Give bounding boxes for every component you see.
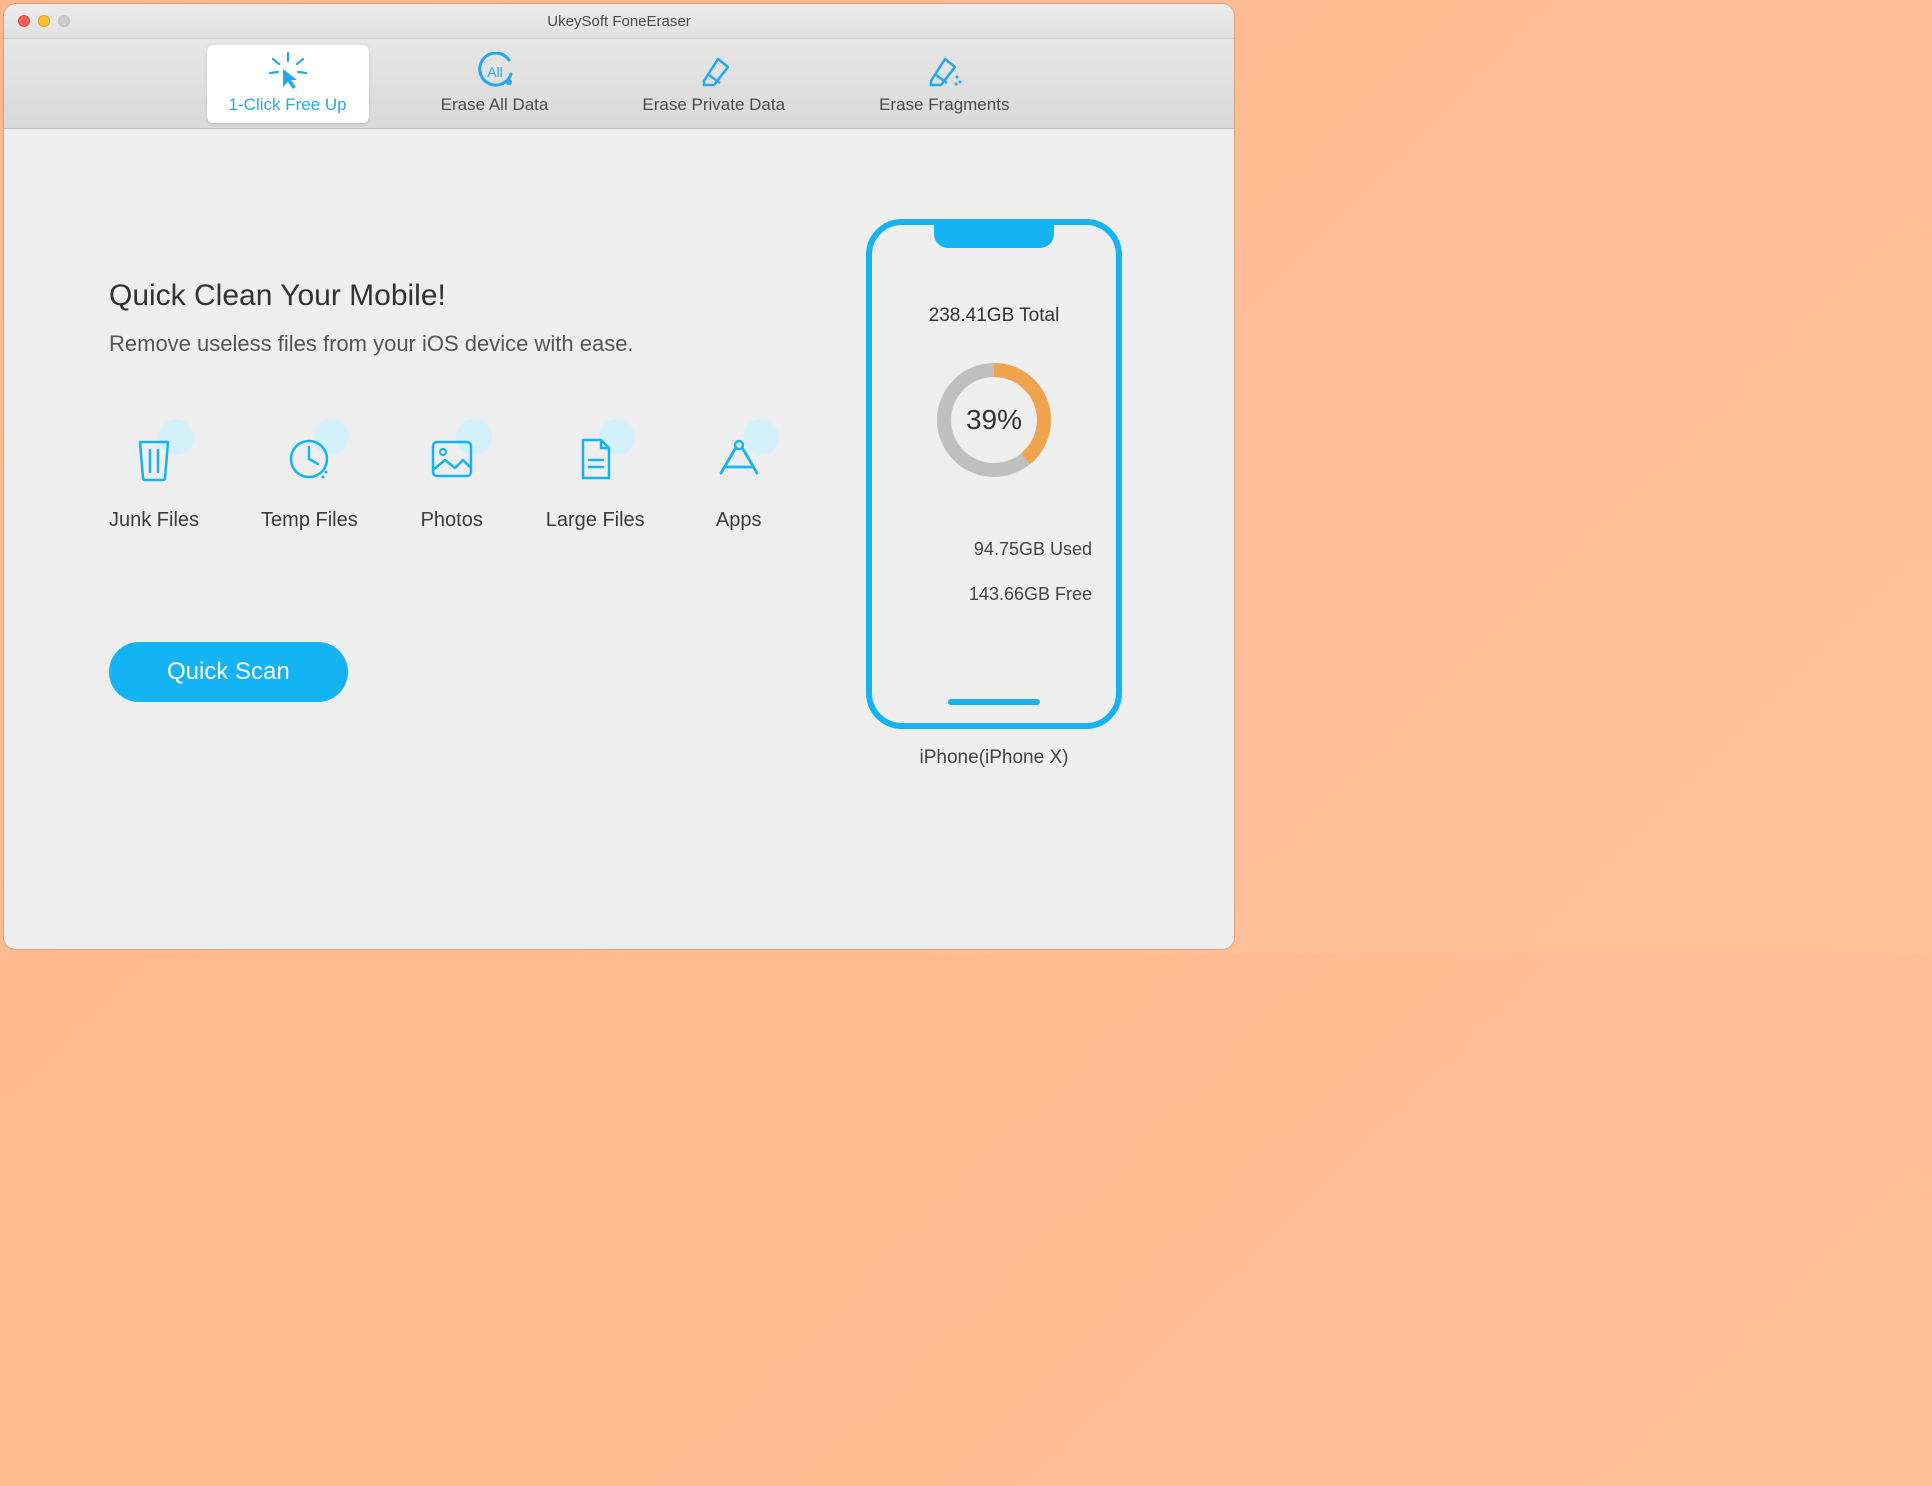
tab-label: Erase All Data — [441, 95, 549, 115]
content-area: Quick Clean Your Mobile! Remove useless … — [4, 129, 1234, 949]
window-title: UkeySoft FoneEraser — [547, 13, 690, 30]
device-panel: 238.41GB Total 39% 94.75GB Used 143.66GB… — [824, 179, 1164, 909]
category-temp-files[interactable]: Temp Files — [261, 427, 358, 532]
category-label: Photos — [421, 509, 483, 532]
phone-home-indicator — [948, 699, 1040, 705]
tab-erase-fragments[interactable]: Erase Fragments — [857, 45, 1031, 123]
tab-erase-private[interactable]: Erase Private Data — [620, 45, 807, 123]
page-subheading: Remove useless files from your iOS devic… — [109, 331, 824, 357]
main-panel: Quick Clean Your Mobile! Remove useless … — [84, 179, 824, 909]
apps-icon — [715, 437, 763, 481]
main-toolbar: 1-Click Free Up All Erase All Data Erase… — [4, 39, 1234, 129]
category-label: Large Files — [546, 509, 645, 532]
phone-notch — [934, 224, 1054, 248]
tab-label: Erase Private Data — [642, 95, 785, 115]
storage-donut-chart: 39% — [929, 355, 1059, 485]
tab-label: 1-Click Free Up — [229, 95, 347, 115]
quick-scan-button[interactable]: Quick Scan — [109, 642, 348, 702]
category-label: Temp Files — [261, 509, 358, 532]
minimize-window-button[interactable] — [38, 15, 50, 27]
tab-label: Erase Fragments — [879, 95, 1009, 115]
app-window: UkeySoft FoneEraser 1-Click Free Up — [4, 4, 1234, 949]
category-junk-files[interactable]: Junk Files — [109, 427, 199, 532]
tab-erase-all[interactable]: All Erase All Data — [419, 45, 571, 123]
category-label: Apps — [716, 509, 762, 532]
page-heading: Quick Clean Your Mobile! — [109, 279, 824, 313]
trash-icon — [134, 436, 174, 482]
titlebar: UkeySoft FoneEraser — [4, 4, 1234, 39]
category-list: Junk Files Temp Files — [109, 427, 824, 532]
eraser-icon — [694, 53, 734, 89]
tab-free-up[interactable]: 1-Click Free Up — [207, 45, 369, 123]
image-icon — [429, 438, 475, 480]
storage-used: 94.75GB Used — [872, 539, 1116, 560]
phone-outline: 238.41GB Total 39% 94.75GB Used 143.66GB… — [866, 219, 1122, 729]
eraser-fragments-icon — [923, 53, 965, 89]
category-large-files[interactable]: Large Files — [546, 427, 645, 532]
file-icon — [575, 436, 615, 482]
maximize-window-button — [58, 15, 70, 27]
category-photos[interactable]: Photos — [420, 427, 484, 532]
device-name: iPhone(iPhone X) — [920, 747, 1069, 769]
close-window-button[interactable] — [18, 15, 30, 27]
category-apps[interactable]: Apps — [707, 427, 771, 532]
cursor-click-icon — [267, 53, 309, 89]
clock-icon — [286, 436, 332, 482]
storage-total: 238.41GB Total — [929, 305, 1060, 327]
window-controls — [4, 15, 70, 27]
erase-all-icon: All — [473, 53, 517, 89]
storage-percent: 39% — [929, 355, 1059, 485]
svg-text:All: All — [487, 64, 503, 80]
storage-free: 143.66GB Free — [872, 584, 1116, 605]
category-label: Junk Files — [109, 509, 199, 532]
